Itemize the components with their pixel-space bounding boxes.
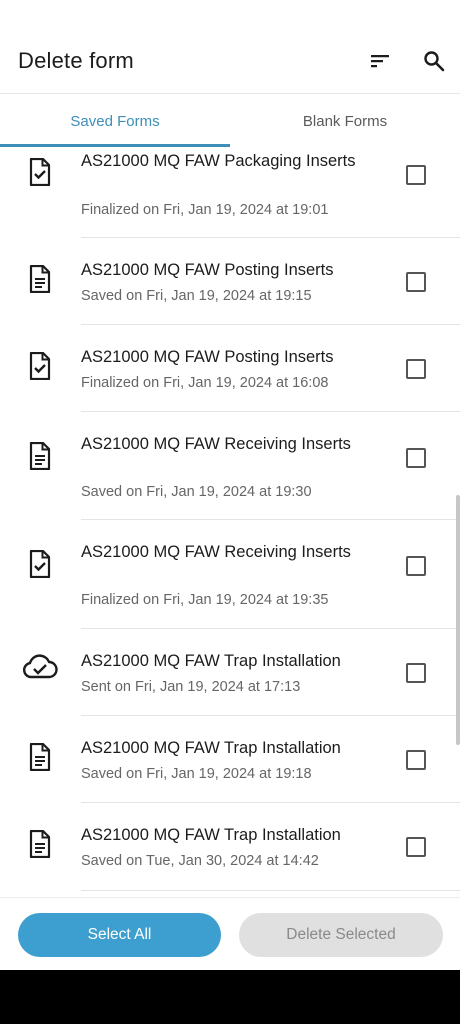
form-title: AS21000 MQ FAW Trap Installation [81, 739, 341, 757]
form-list-item[interactable]: AS21000 MQ FAW Trap Installation Saved o… [0, 803, 460, 891]
finalized-form-icon [24, 350, 56, 382]
saved-form-icon [24, 263, 56, 295]
form-tabs: Saved Forms Blank Forms [0, 95, 460, 147]
form-list-item[interactable]: AS21000 MQ FAW Trap Installation Sent on… [0, 629, 460, 716]
form-title: AS21000 MQ FAW Receiving Inserts [81, 435, 351, 453]
search-icon[interactable] [419, 46, 449, 76]
form-checkbox[interactable] [406, 556, 426, 576]
form-checkbox[interactable] [406, 663, 426, 683]
sort-icon[interactable] [365, 46, 395, 76]
saved-form-icon [24, 828, 56, 860]
saved-form-icon [24, 741, 56, 773]
select-all-button[interactable]: Select All [18, 913, 221, 957]
form-list-item[interactable]: AS21000 MQ FAW Posting Inserts Finalized… [0, 325, 460, 412]
form-status: Saved on Fri, Jan 19, 2024 at 19:15 [81, 288, 312, 304]
form-title: AS21000 MQ FAW Posting Inserts [81, 348, 334, 366]
finalized-form-icon [24, 548, 56, 580]
tab-blank-forms[interactable]: Blank Forms [230, 95, 460, 147]
form-title: AS21000 MQ FAW Trap Installation [81, 652, 341, 670]
form-status: Saved on Fri, Jan 19, 2024 at 19:30 [81, 484, 312, 500]
list-scrollbar[interactable] [456, 495, 460, 745]
divider [81, 890, 460, 891]
action-bar: Select All Delete Selected [0, 897, 460, 970]
form-status: Sent on Fri, Jan 19, 2024 at 17:13 [81, 679, 301, 695]
form-list-item[interactable]: AS21000 MQ FAW Posting Inserts Saved on … [0, 238, 460, 325]
tab-saved-forms[interactable]: Saved Forms [0, 95, 230, 147]
form-title: AS21000 MQ FAW Posting Inserts [81, 261, 334, 279]
navigation-bar-area [0, 970, 460, 1024]
finalized-form-icon [24, 156, 56, 188]
form-checkbox[interactable] [406, 359, 426, 379]
sent-cloud-icon [22, 651, 58, 683]
form-status: Finalized on Fri, Jan 19, 2024 at 19:01 [81, 202, 329, 218]
saved-form-icon [24, 440, 56, 472]
form-checkbox[interactable] [406, 750, 426, 770]
form-status: Saved on Fri, Jan 19, 2024 at 19:18 [81, 766, 312, 782]
form-title: AS21000 MQ FAW Packaging Inserts [81, 152, 356, 170]
form-checkbox[interactable] [406, 448, 426, 468]
form-title: AS21000 MQ FAW Trap Installation [81, 826, 341, 844]
saved-forms-list[interactable]: AS21000 MQ FAW Packaging Inserts Finaliz… [0, 147, 460, 897]
form-checkbox[interactable] [406, 272, 426, 292]
form-title: AS21000 MQ FAW Receiving Inserts [81, 543, 351, 561]
form-list-item[interactable]: AS21000 MQ FAW Trap Installation Saved o… [0, 716, 460, 803]
form-list-item[interactable]: AS21000 MQ FAW Receiving Inserts Finaliz… [0, 520, 460, 629]
form-status: Finalized on Fri, Jan 19, 2024 at 19:35 [81, 592, 329, 608]
page-title: Delete form [18, 48, 134, 73]
app-bar: Delete form [0, 0, 460, 94]
delete-selected-button[interactable]: Delete Selected [239, 913, 443, 957]
form-status: Saved on Tue, Jan 30, 2024 at 14:42 [81, 853, 319, 869]
form-list-item[interactable]: AS21000 MQ FAW Receiving Inserts Saved o… [0, 412, 460, 520]
form-checkbox[interactable] [406, 837, 426, 857]
form-checkbox[interactable] [406, 165, 426, 185]
delete-form-screen: Delete form Saved Forms Blank Forms AS21… [0, 0, 460, 970]
form-status: Finalized on Fri, Jan 19, 2024 at 16:08 [81, 375, 329, 391]
form-list-item[interactable]: AS21000 MQ FAW Packaging Inserts Finaliz… [0, 147, 460, 238]
